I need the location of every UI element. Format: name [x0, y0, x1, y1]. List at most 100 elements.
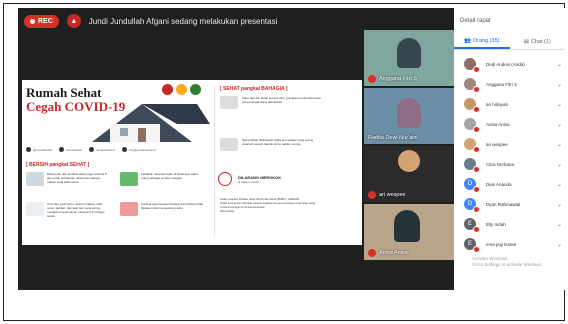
logo-icon	[176, 84, 187, 95]
chevron-down-icon[interactable]: ⌄	[557, 221, 562, 228]
tip-tile: Semprotkan disinfektan pada permukaan ya…	[220, 138, 322, 151]
chevron-down-icon[interactable]: ⌄	[557, 141, 562, 148]
chevron-down-icon[interactable]: ⌄	[557, 161, 562, 168]
social-email: info@rumahsehat.id	[121, 147, 156, 152]
participant-list: Dedi Andesi (Anda) ⌄ Anggana Fitri S ⌄ a…	[454, 50, 565, 254]
people-icon: 👥	[464, 37, 471, 44]
mic-off-icon	[473, 66, 480, 73]
social-links: @rumahsehat rumahsehat rumahsehat.id inf…	[26, 147, 156, 152]
video-tile-label: ari wespee	[368, 191, 406, 199]
video-tile[interactable]: ari wespee	[364, 146, 454, 202]
mic-off-icon	[473, 226, 480, 233]
bedding-image	[26, 202, 44, 216]
participant-row[interactable]: D Dyan Rahmawati ⌄	[454, 194, 565, 214]
tip-text: Letakkan tanaman hijau di beberapa sudut…	[141, 172, 198, 180]
avatar	[464, 158, 480, 173]
tip-tile: Buka pintu dan jendela setiap pagi minim…	[26, 172, 109, 186]
no-smoking-icon	[218, 172, 232, 186]
tab-people[interactable]: 👥 Orang (35)	[454, 34, 510, 49]
video-tile[interactable]: Anggana Fitri S	[364, 30, 454, 86]
house-illustration	[92, 104, 210, 142]
section-bersih-heading: [ BERSIH pangkal SEHAT ]	[26, 162, 90, 168]
participant-row[interactable]: E Elly Indah ⌄	[454, 214, 565, 234]
avatar: E	[464, 218, 480, 233]
person-figure	[397, 38, 421, 68]
tab-chat-label: Chat (1)	[530, 38, 551, 45]
tab-people-label: Orang (35)	[472, 37, 500, 44]
chevron-down-icon[interactable]: ⌄	[557, 181, 562, 188]
participant-name: ari wespee	[379, 192, 406, 198]
video-tile[interactable]: Anisa Anisa	[364, 204, 454, 260]
video-tile-label: Radita Dewi Nur'aini	[368, 135, 418, 141]
record-dot-icon	[30, 18, 35, 24]
mic-off-icon	[473, 186, 480, 193]
social-youtube: rumahsehat	[58, 147, 82, 152]
social-web: rumahsehat.id	[88, 147, 115, 152]
participant-name: Anisa Anisa	[486, 121, 510, 127]
person-figure	[397, 98, 421, 128]
participant-row[interactable]: Dedi Andesi (Anda) ⌄	[454, 54, 565, 74]
social-instagram: @rumahsehat	[26, 147, 52, 152]
chat-icon: ▤	[523, 38, 529, 45]
slide-divider	[214, 86, 215, 236]
avatar	[464, 138, 480, 153]
mic-off-icon	[473, 86, 480, 93]
participant-name: Dedi Andesi (Anda)	[486, 61, 525, 67]
person-figure	[394, 210, 420, 242]
tip-tile: Letakkan tanaman hijau di beberapa sudut…	[120, 172, 203, 186]
section-bahagia-heading: [ SEHAT pangkal BAHAGIA ]	[220, 86, 288, 92]
participant-name: Anggana Fitri S	[486, 81, 518, 87]
mic-off-icon	[368, 249, 376, 257]
chevron-down-icon[interactable]: ⌄	[557, 81, 562, 88]
instagram-icon	[26, 147, 31, 152]
logo-icon	[190, 84, 201, 95]
participant-name: Radita Dewi Nur'aini	[368, 135, 418, 141]
participant-row[interactable]: Anggana Fitri S ⌄	[454, 74, 565, 94]
participant-row[interactable]: E ema puji lestari ⌄	[454, 234, 565, 254]
tip-text: Sapu dan Pel lantai secara rutin, gunaka…	[242, 96, 321, 104]
shared-slide: Rumah Sehat Cegah COVID-19 @rumahsehat r…	[22, 80, 362, 245]
tip-text: Semprotkan disinfektan pada permukaan ya…	[242, 138, 314, 146]
avatar: E	[464, 238, 480, 253]
meeting-window: REC ▲ Jundi Jundullah Afgani sedang mela…	[18, 8, 565, 290]
participant-row[interactable]: ari wespee ⌄	[454, 134, 565, 154]
presenting-text: Jundi Jundullah Afgani sedang melakukan …	[88, 16, 278, 26]
video-tile-label: Anggana Fitri S	[368, 75, 417, 83]
clutter-image	[120, 202, 138, 216]
mic-off-icon	[473, 166, 480, 173]
mic-off-icon	[368, 191, 376, 199]
participant-name: ema puji lestari	[486, 241, 517, 247]
screenshot-frame: REC ▲ Jundi Jundullah Afgani sedang mela…	[3, 3, 565, 321]
chevron-down-icon[interactable]: ⌄	[557, 241, 562, 248]
participant-row[interactable]: ari hidayati ⌄	[454, 94, 565, 114]
tip-tile: Cuci dan ganti sprei, selimut, karpet, s…	[26, 202, 109, 218]
video-tile[interactable]: Radita Dewi Nur'aini	[364, 88, 454, 144]
avatar	[464, 98, 480, 113]
panel-header: Detail rapat	[460, 18, 491, 24]
mic-off-icon	[473, 106, 480, 113]
window-image	[26, 172, 44, 186]
participant-row[interactable]: Anisa Anisa ⌄	[454, 114, 565, 134]
participant-name: ari wespee	[486, 141, 508, 147]
mic-off-icon	[473, 126, 480, 133]
chevron-down-icon[interactable]: ⌄	[557, 201, 562, 208]
participant-row[interactable]: Citra Nurhana ⌄	[454, 154, 565, 174]
mic-off-icon	[473, 206, 480, 213]
avatar	[398, 150, 420, 172]
chevron-down-icon[interactable]: ⌄	[557, 61, 562, 68]
participant-name: Citra Nurhana	[486, 161, 515, 167]
chevron-down-icon[interactable]: ⌄	[557, 101, 562, 108]
tab-chat[interactable]: ▤ Chat (1)	[510, 34, 566, 49]
partner-logos	[162, 84, 201, 95]
participant-name: Anisa Anisa	[379, 250, 408, 256]
participant-row[interactable]: D Dias Ananda ⌄	[454, 174, 565, 194]
participant-name: Dyan Rahmawati	[486, 201, 521, 207]
avatar	[464, 58, 480, 73]
youtube-icon	[58, 147, 64, 152]
video-tile-label: Anisa Anisa	[368, 249, 408, 257]
tip-tile: Sapu dan Pel lantai secara rutin, gunaka…	[220, 96, 322, 109]
chevron-down-icon[interactable]: ⌄	[557, 121, 562, 128]
mic-off-icon	[368, 75, 376, 83]
logo-icon	[162, 84, 173, 95]
meeting-details-panel: Detail rapat 👥 Orang (35) ▤ Chat (1) Ded…	[454, 8, 565, 290]
